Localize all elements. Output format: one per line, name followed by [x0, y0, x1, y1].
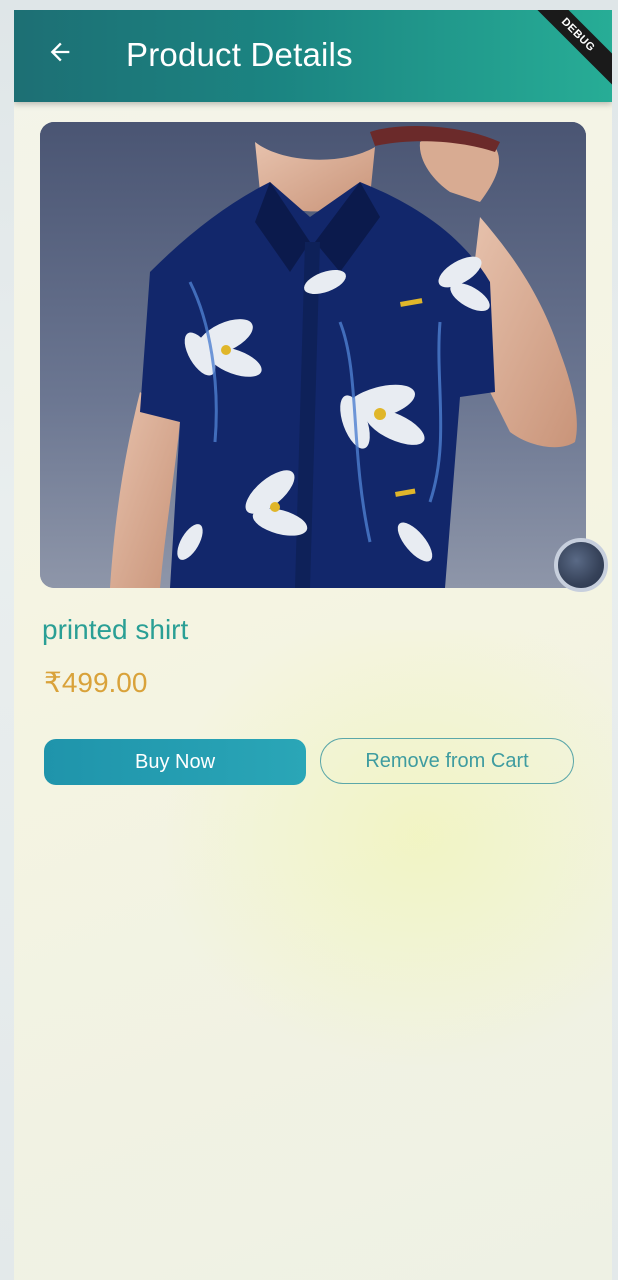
scroll-handle[interactable] — [554, 538, 608, 592]
app-bar: Product Details DEBUG — [14, 10, 612, 102]
product-image — [40, 122, 586, 588]
page-title: Product Details — [126, 36, 353, 73]
product-name: printed shirt — [42, 614, 189, 645]
product-price: ₹499.00 — [44, 667, 148, 698]
buy-now-button[interactable]: Buy Now — [44, 739, 306, 785]
back-button[interactable] — [40, 34, 80, 74]
app-screen: Product Details DEBUG printed shirt ₹499… — [14, 10, 612, 1280]
remove-from-cart-button[interactable]: Remove from Cart — [320, 738, 574, 784]
arrow-left-icon — [46, 38, 74, 71]
background-glare — [134, 630, 612, 1090]
debug-banner: DEBUG — [527, 10, 612, 86]
